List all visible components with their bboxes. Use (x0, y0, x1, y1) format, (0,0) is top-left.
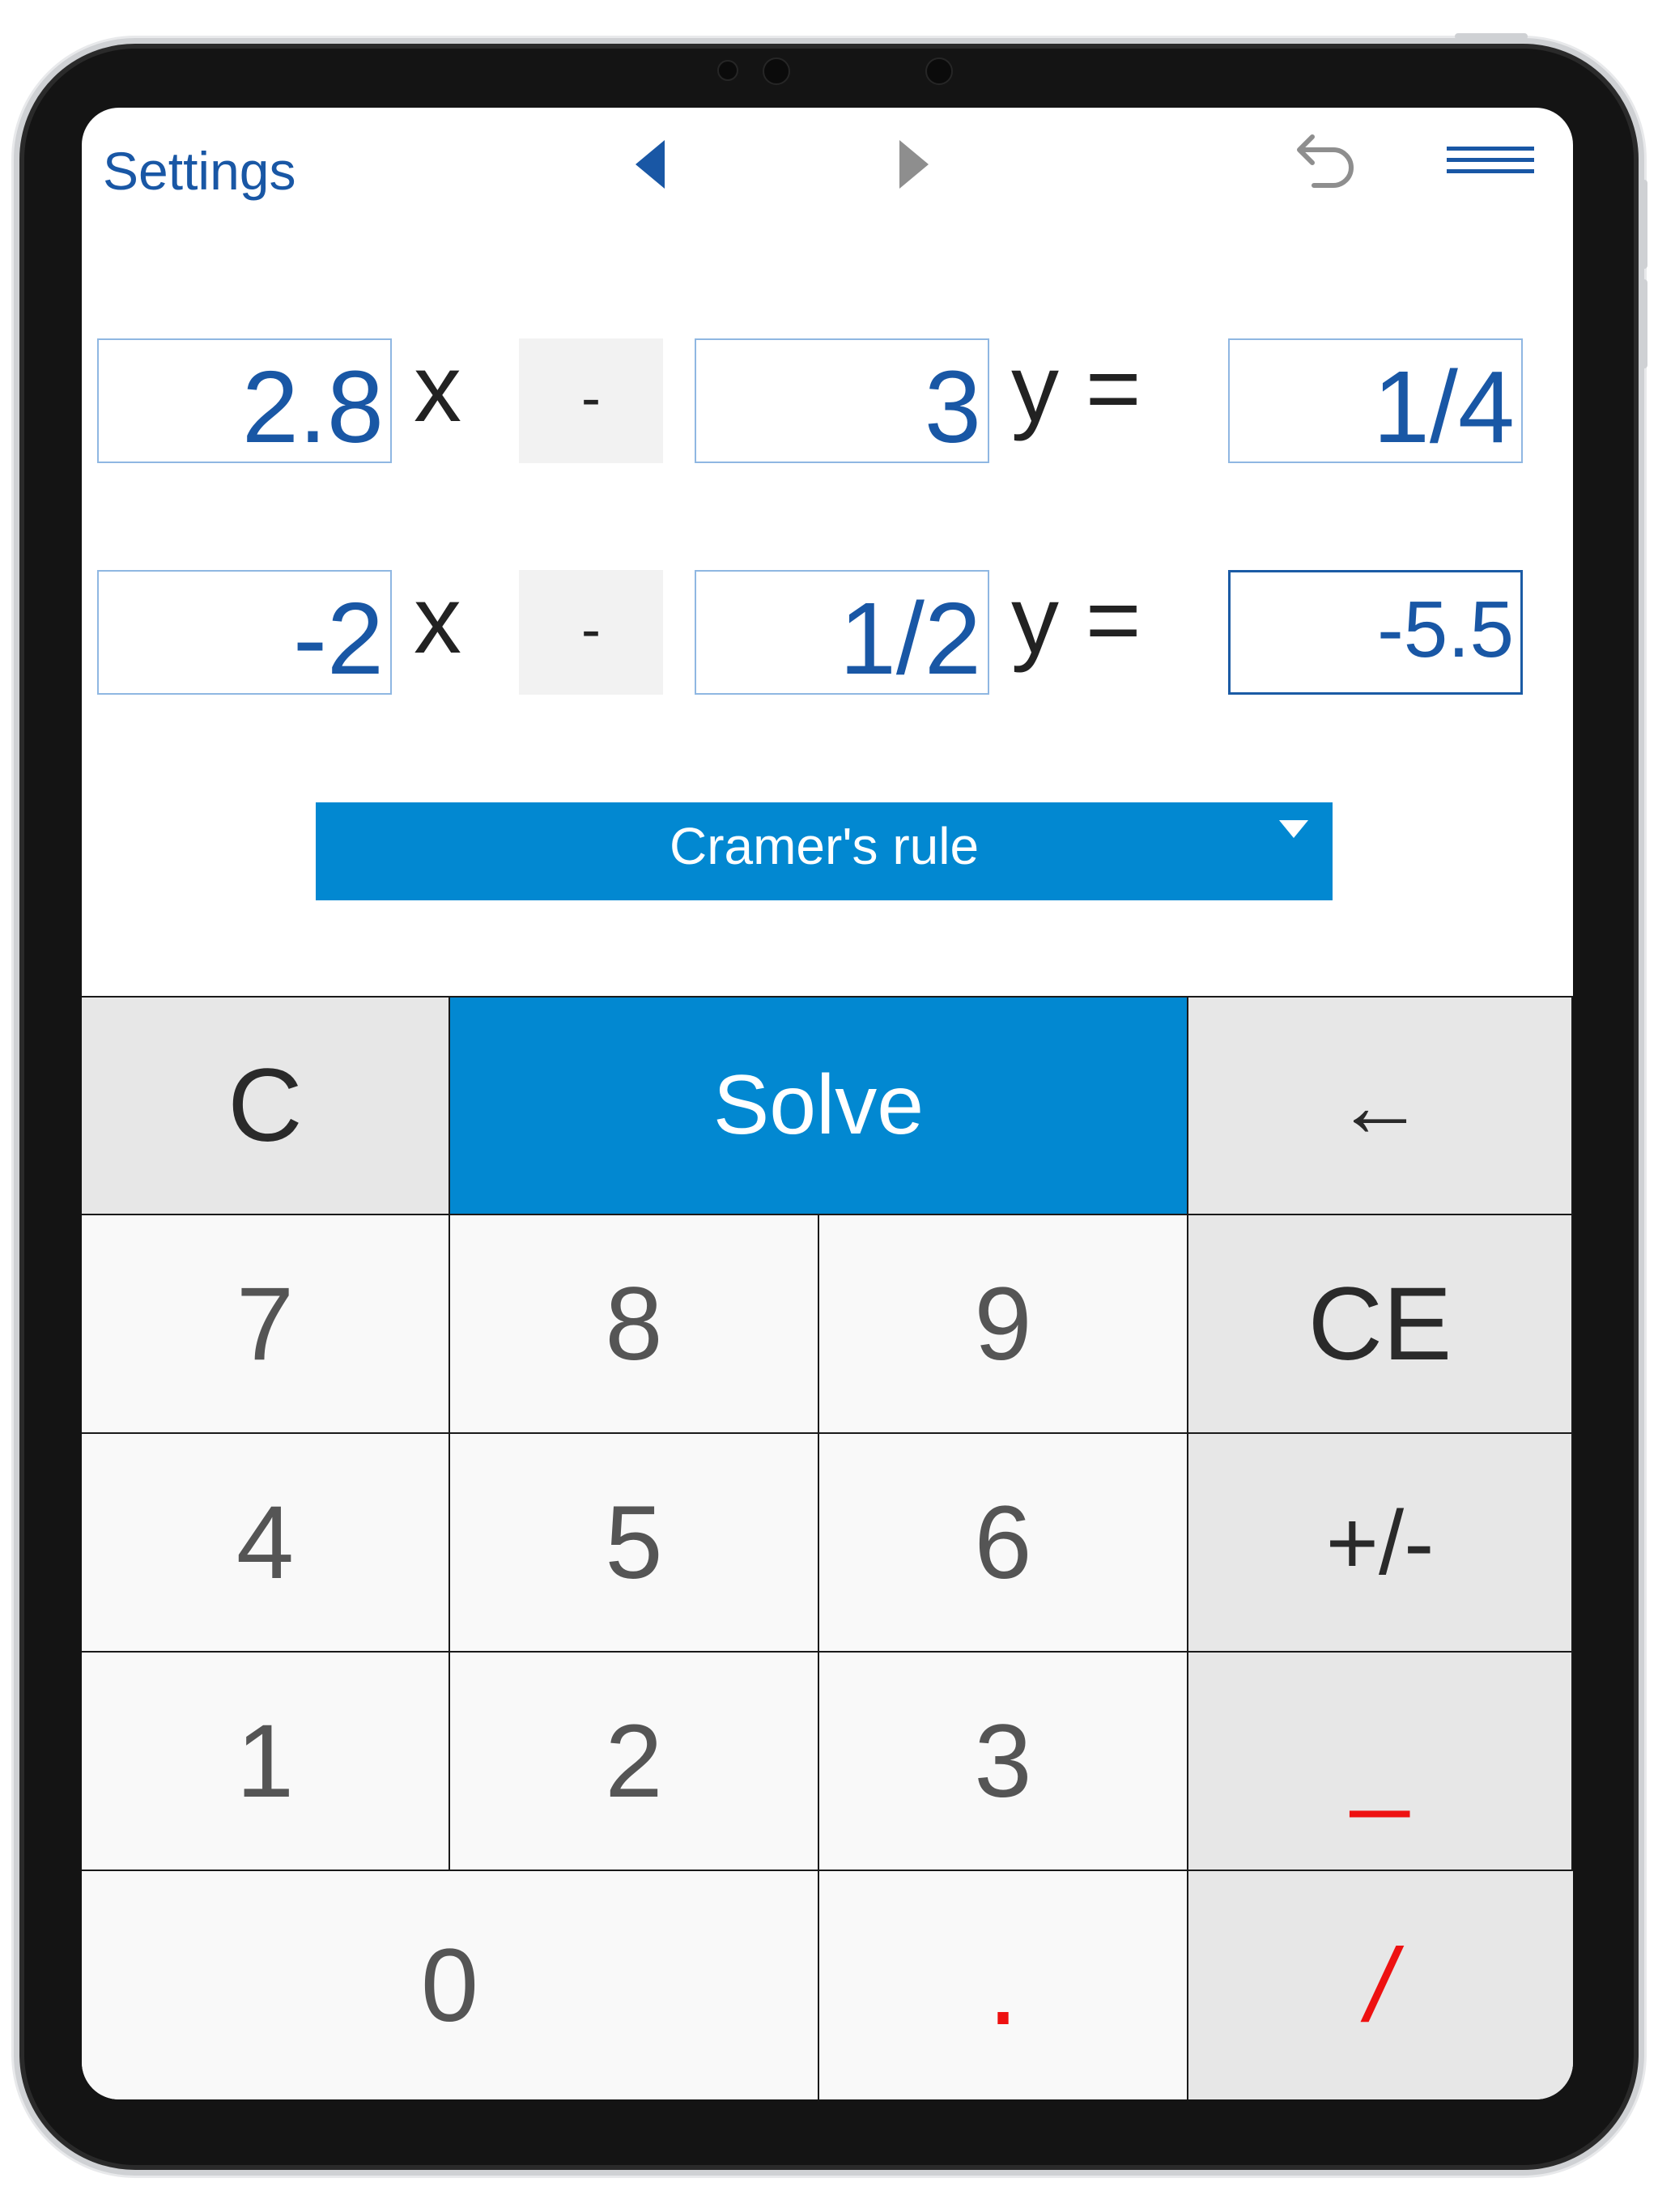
coefficient-a2-field[interactable]: -2 (97, 570, 392, 695)
key-7[interactable]: 7 (82, 1215, 450, 1434)
volume-up-button (1641, 180, 1647, 269)
x-label-row1: x (414, 335, 461, 442)
slash-button[interactable]: / (1188, 1871, 1573, 2099)
coefficient-a1-field[interactable]: 2.8 (97, 338, 392, 463)
key-0[interactable]: 0 (82, 1871, 819, 2099)
plus-minus-button[interactable]: +/- (1188, 1434, 1573, 1653)
x-label-row2: x (414, 567, 461, 674)
camera-flood-icon (925, 57, 953, 85)
top-button (1455, 33, 1528, 40)
constant-c1-field[interactable]: 1/4 (1228, 338, 1523, 463)
fraction-bar-button[interactable]: _ (1188, 1653, 1573, 1871)
key-5[interactable]: 5 (450, 1434, 819, 1653)
undo-icon[interactable] (1293, 132, 1358, 200)
dropdown-triangle-icon (1279, 820, 1308, 838)
backspace-button[interactable]: ← (1188, 998, 1573, 1215)
method-dropdown[interactable]: Cramer's rule (316, 802, 1333, 900)
key-1[interactable]: 1 (82, 1653, 450, 1871)
settings-link[interactable]: Settings (103, 140, 295, 202)
y-equals-label-row1: y = (1011, 335, 1141, 442)
key-8[interactable]: 8 (450, 1215, 819, 1434)
coefficient-b1-field[interactable]: 3 (695, 338, 989, 463)
forward-arrow-icon[interactable] (896, 138, 932, 190)
method-selected-label: Cramer's rule (669, 817, 980, 875)
clear-button[interactable]: C (82, 998, 450, 1215)
key-2[interactable]: 2 (450, 1653, 819, 1871)
decimal-point-button[interactable]: . (819, 1871, 1188, 2099)
camera-sensor-icon (717, 60, 738, 81)
clear-entry-button[interactable]: CE (1188, 1215, 1573, 1434)
key-6[interactable]: 6 (819, 1434, 1188, 1653)
solve-button[interactable]: Solve (450, 998, 1188, 1215)
back-arrow-icon[interactable] (632, 138, 668, 190)
key-9[interactable]: 9 (819, 1215, 1188, 1434)
sign-toggle-row2[interactable]: - (519, 570, 663, 695)
key-3[interactable]: 3 (819, 1653, 1188, 1871)
key-4[interactable]: 4 (82, 1434, 450, 1653)
coefficient-b2-field[interactable]: 1/2 (695, 570, 989, 695)
y-equals-label-row2: y = (1011, 567, 1141, 674)
sign-toggle-row1[interactable]: - (519, 338, 663, 463)
volume-down-button (1641, 279, 1647, 368)
menu-icon[interactable] (1447, 143, 1534, 179)
camera-lens-icon (763, 57, 790, 85)
app-screen: Settings 2.8 x - 3 y = 1/4 -2 x - 1/2 y … (82, 108, 1573, 2099)
constant-c2-field[interactable]: -5.5 (1228, 570, 1523, 695)
